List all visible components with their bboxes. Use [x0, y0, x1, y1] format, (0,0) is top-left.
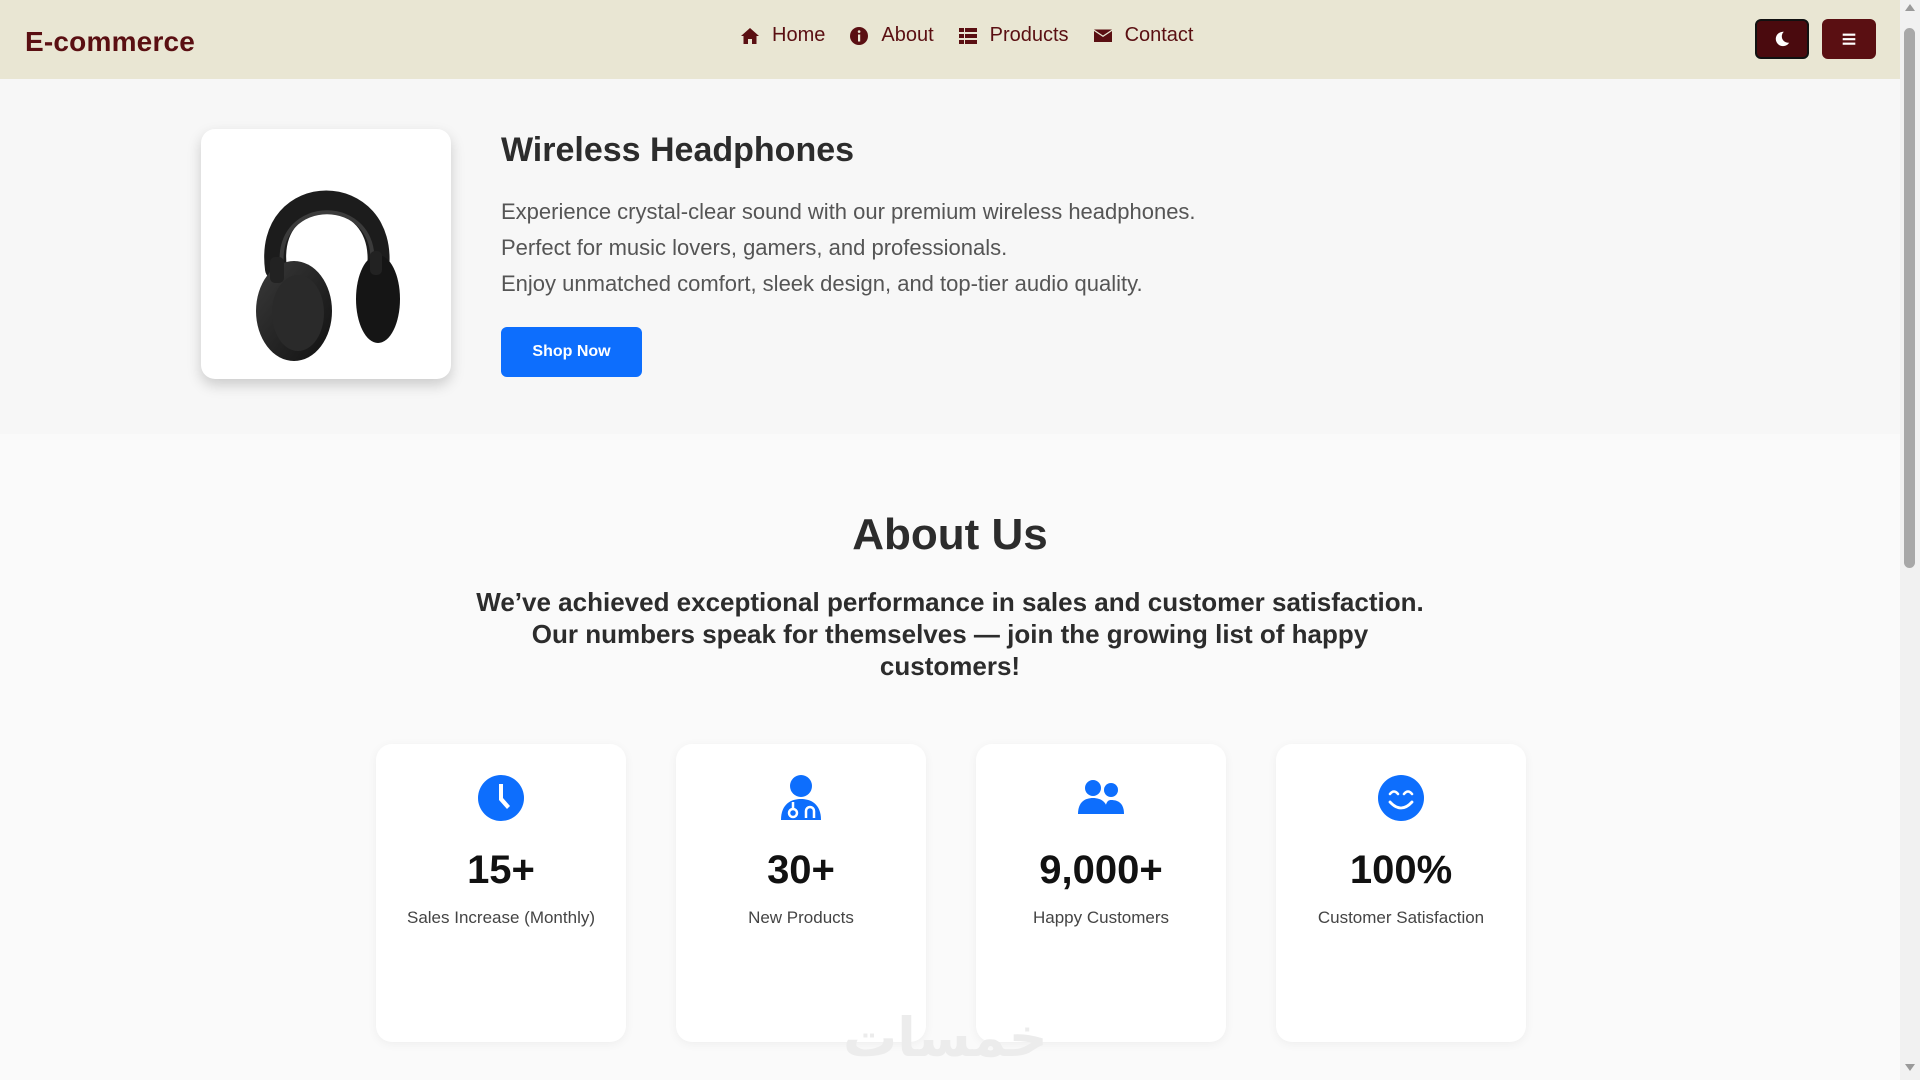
- scroll-thumb[interactable]: [1904, 28, 1915, 568]
- stat-card-sales: 15+ Sales Increase (Monthly): [376, 744, 626, 1042]
- page-scrollbar[interactable]: [1900, 0, 1920, 1080]
- clock-icon: [478, 775, 524, 821]
- scroll-down-arrow-icon[interactable]: [1905, 1064, 1915, 1071]
- nav-link-home[interactable]: Home: [740, 24, 825, 47]
- stat-label: Customer Satisfaction: [1317, 908, 1485, 927]
- product-title: Wireless Headphones: [501, 131, 855, 169]
- nav-links: Home About Products Contact: [740, 24, 1194, 47]
- nav-link-label: About: [881, 24, 934, 46]
- stat-card-satisfaction: 100% Customer Satisfaction: [1276, 744, 1526, 1042]
- hamburger-icon: [1842, 33, 1856, 45]
- stat-card-customers: 9,000+ Happy Customers: [976, 744, 1226, 1042]
- moon-icon: [1775, 31, 1790, 47]
- stat-label: New Products: [748, 908, 854, 927]
- stat-value: 9,000+: [1039, 848, 1163, 892]
- smile-icon: [1378, 775, 1424, 821]
- grid-list-icon: [958, 27, 977, 44]
- watermark-logo: خمسات: [843, 1006, 1048, 1069]
- nav-link-products[interactable]: Products: [958, 24, 1069, 47]
- about-title: About Us: [852, 510, 1048, 559]
- stat-value: 100%: [1349, 848, 1453, 892]
- nav-link-contact[interactable]: Contact: [1093, 24, 1194, 47]
- product-description-line: Enjoy unmatched comfort, sleek design, a…: [501, 271, 1143, 296]
- nav-link-label: Home: [772, 24, 826, 46]
- nav-link-label: Products: [989, 24, 1069, 46]
- headphones-image: [256, 190, 400, 361]
- stat-label: Sales Increase (Monthly): [406, 908, 596, 927]
- dark-mode-toggle[interactable]: [1755, 19, 1809, 59]
- nav-link-label: Contact: [1124, 24, 1194, 46]
- stat-card-products: 30+ New Products: [676, 744, 926, 1042]
- navbar: E-commerce Home About Products Contact: [0, 0, 1900, 79]
- product-description-line: Perfect for music lovers, gamers, and pr…: [501, 235, 1008, 260]
- envelope-icon: [1093, 29, 1112, 42]
- stat-value: 15+: [467, 848, 535, 892]
- stat-value: 30+: [767, 848, 835, 892]
- info-icon: [850, 26, 869, 45]
- product-image-card: [201, 129, 451, 379]
- nav-link-about[interactable]: About: [849, 24, 934, 47]
- shop-now-button[interactable]: Shop Now: [501, 327, 642, 377]
- scroll-up-arrow-icon[interactable]: [1905, 4, 1915, 11]
- hero-section: Wireless Headphones Experience crystal-c…: [0, 79, 1900, 434]
- stat-label: Happy Customers: [1032, 908, 1170, 927]
- about-section: About Us We’ve achieved exceptional perf…: [0, 434, 1900, 1080]
- user-doctor-icon: [781, 775, 821, 820]
- menu-button[interactable]: [1822, 19, 1876, 59]
- product-description-line: Experience crystal-clear sound with our …: [501, 199, 1196, 224]
- home-icon: [741, 27, 759, 44]
- brand-logo[interactable]: E-commerce: [25, 26, 195, 58]
- users-icon: [1078, 780, 1124, 814]
- about-subtitle: We’ve achieved exceptional performance i…: [476, 587, 1424, 681]
